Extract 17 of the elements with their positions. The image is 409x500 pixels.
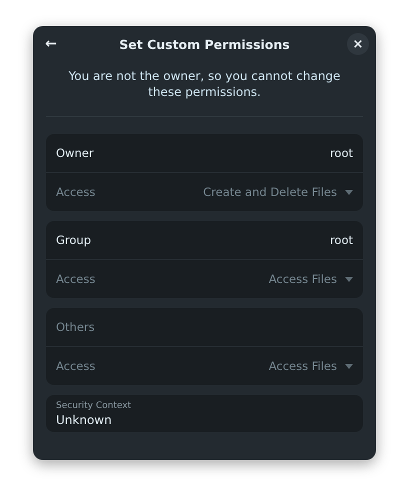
access-label: Access [56, 359, 96, 373]
notice-text: You are not the owner, so you cannot change these permissions. [68, 68, 342, 100]
section-value: root [330, 233, 353, 247]
section-value: root [330, 146, 353, 160]
access-label: Access [56, 272, 96, 286]
close-button[interactable]: × [347, 33, 369, 55]
caret-icon [345, 190, 353, 194]
dialog-title: Set Custom Permissions [119, 36, 290, 52]
section-label: Owner [56, 146, 94, 160]
section-label: Others [56, 320, 95, 334]
back-button[interactable]: ← [40, 33, 62, 55]
caret-icon [345, 364, 353, 368]
access-label: Access [56, 185, 96, 199]
field-value: Unknown [56, 413, 113, 427]
field-label: Security Context [56, 401, 132, 411]
caret-icon [345, 276, 353, 282]
section-label: Group [56, 233, 92, 247]
